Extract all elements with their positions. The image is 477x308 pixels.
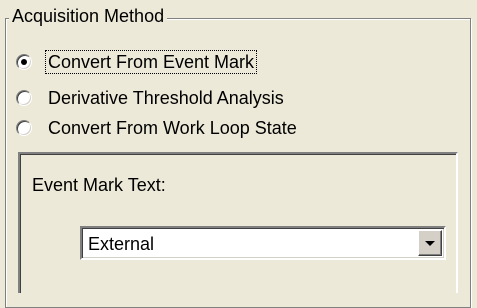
dropdown-button[interactable]: [418, 230, 442, 256]
event-mark-panel: Event Mark Text: External: [18, 152, 458, 293]
radio-button-checked[interactable]: [16, 54, 32, 70]
radio-label[interactable]: Convert From Event Mark: [44, 50, 258, 74]
radio-derivative-threshold-analysis[interactable]: Derivative Threshold Analysis: [16, 85, 286, 111]
radio-button[interactable]: [16, 120, 32, 136]
event-mark-text-combobox[interactable]: External: [80, 226, 446, 260]
chevron-down-icon: [425, 240, 435, 246]
radio-label[interactable]: Convert From Work Loop State: [46, 117, 299, 139]
radio-convert-from-work-loop-state[interactable]: Convert From Work Loop State: [16, 115, 299, 141]
radio-convert-from-event-mark[interactable]: Convert From Event Mark: [16, 49, 258, 75]
combobox-value: External: [88, 234, 155, 254]
event-mark-text-label: Event Mark Text:: [32, 175, 166, 195]
radio-button[interactable]: [16, 90, 32, 106]
group-title: Acquisition Method: [9, 5, 168, 27]
radio-label[interactable]: Derivative Threshold Analysis: [46, 87, 286, 109]
